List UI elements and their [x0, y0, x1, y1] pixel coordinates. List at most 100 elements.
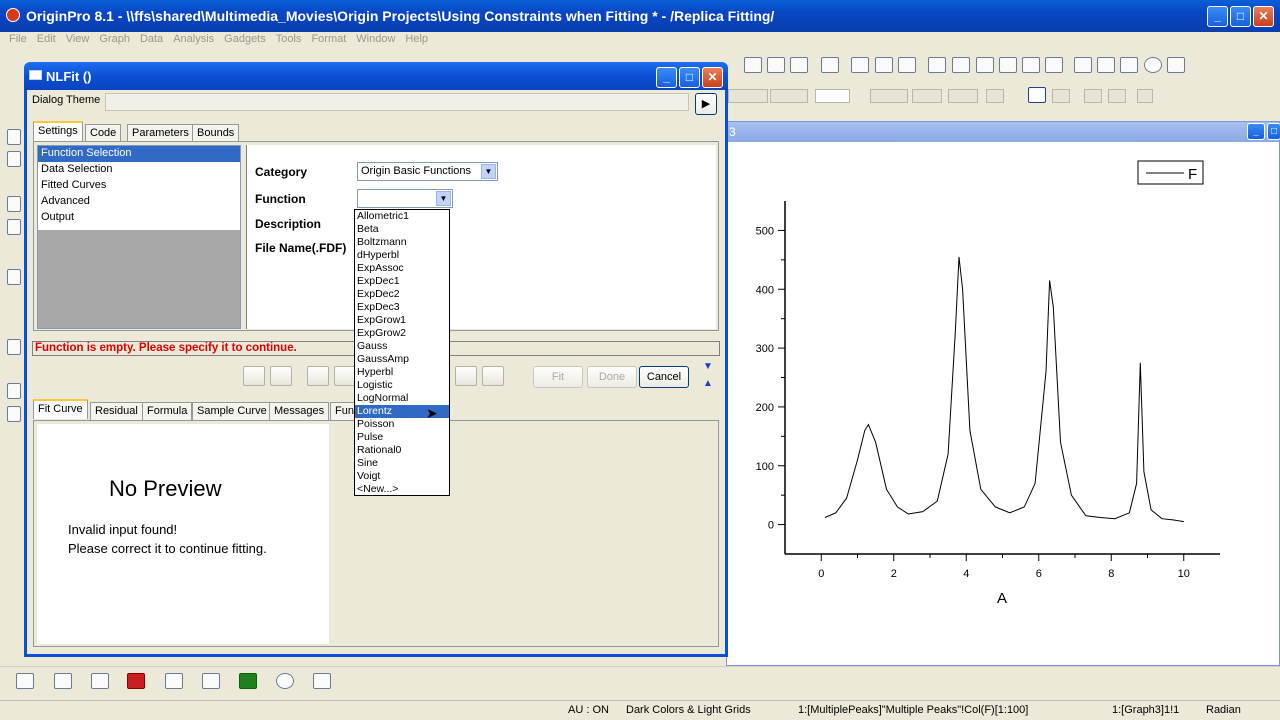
tree-item-output[interactable]: Output: [38, 210, 240, 226]
scatter-tool-icon[interactable]: [54, 673, 72, 689]
function-option[interactable]: Beta: [355, 223, 449, 236]
function-option[interactable]: ExpAssoc: [355, 262, 449, 275]
function-option[interactable]: ExpDec1: [355, 275, 449, 288]
fill-color-select[interactable]: [815, 89, 850, 103]
screen-reader-icon[interactable]: [7, 219, 21, 235]
line-tool-icon[interactable]: [7, 383, 21, 399]
layer-grid-icon[interactable]: [875, 57, 893, 73]
legend[interactable]: F: [1137, 160, 1204, 185]
function-option[interactable]: dHyperbl: [355, 249, 449, 262]
chevron-down-icon[interactable]: ▼: [436, 191, 451, 206]
function-option[interactable]: Gauss: [355, 340, 449, 353]
tab-bounds[interactable]: Bounds: [192, 124, 240, 142]
menu-edit[interactable]: Edit: [32, 32, 61, 47]
line-width-select[interactable]: [770, 89, 808, 103]
iterate-icon[interactable]: [455, 366, 477, 386]
maximize-button[interactable]: □: [1230, 6, 1251, 27]
menu-data[interactable]: Data: [135, 32, 168, 47]
function-option[interactable]: Allometric1: [355, 210, 449, 223]
zoom-page-icon[interactable]: [767, 57, 785, 73]
category-select[interactable]: Origin Basic Functions ▼: [357, 162, 498, 181]
save-icon[interactable]: [270, 366, 292, 386]
column-chart-icon[interactable]: [127, 673, 145, 689]
rescale-icon[interactable]: [821, 57, 839, 73]
function-option[interactable]: Voigt: [355, 470, 449, 483]
minimize-button[interactable]: _: [1207, 6, 1228, 27]
zoom-icon[interactable]: [744, 57, 762, 73]
function-option[interactable]: LogNormal: [355, 392, 449, 405]
function-option[interactable]: Hyperbl: [355, 366, 449, 379]
dialog-close-button[interactable]: ✕: [702, 67, 723, 88]
cancel-button[interactable]: Cancel: [639, 366, 689, 388]
graph-restore-button[interactable]: □: [1267, 123, 1280, 140]
function-option[interactable]: Pulse: [355, 431, 449, 444]
tab-messages[interactable]: Messages: [269, 402, 330, 420]
grid-select[interactable]: [948, 89, 978, 103]
box-chart-icon[interactable]: [202, 673, 220, 689]
area-chart-icon[interactable]: [239, 673, 257, 689]
chevron-down-icon[interactable]: ▼: [481, 164, 496, 179]
menu-format[interactable]: Format: [306, 32, 351, 47]
function-option[interactable]: Boltzmann: [355, 236, 449, 249]
axis-top-icon[interactable]: [976, 57, 994, 73]
pattern-select[interactable]: [870, 89, 908, 103]
tree-item-function-selection[interactable]: Function Selection: [38, 146, 240, 162]
axis-box-icon[interactable]: [952, 57, 970, 73]
text-tool-icon[interactable]: [7, 339, 21, 355]
data-reader-icon[interactable]: [7, 196, 21, 212]
function-select[interactable]: ▼: [357, 189, 453, 208]
lock-button[interactable]: [1137, 89, 1153, 103]
tree-item-fitted-curves[interactable]: Fitted Curves: [38, 178, 240, 194]
collapse-up-icon[interactable]: ▲: [699, 378, 717, 392]
iterate-all-icon[interactable]: [482, 366, 504, 386]
table-icon[interactable]: [1167, 57, 1185, 73]
rect-tool-icon[interactable]: [7, 406, 21, 422]
strike-button[interactable]: [1052, 89, 1070, 103]
function-option[interactable]: ExpGrow1: [355, 314, 449, 327]
function-option[interactable]: ExpDec2: [355, 288, 449, 301]
menu-tools[interactable]: Tools: [271, 32, 307, 47]
close-button[interactable]: ✕: [1253, 6, 1274, 27]
dialog-maximize-button[interactable]: □: [679, 67, 700, 88]
menu-file[interactable]: File: [4, 32, 32, 47]
tab-parameters[interactable]: Parameters: [127, 124, 194, 142]
layer-merge-icon[interactable]: [898, 57, 916, 73]
arrange-button[interactable]: [1084, 89, 1102, 103]
tab-residual[interactable]: Residual: [90, 402, 143, 420]
graph-plot[interactable]: F 0 2 4 6 8 100100200300400500 A: [726, 141, 1278, 661]
tab-settings[interactable]: Settings: [33, 121, 83, 141]
axis-scale-icon[interactable]: [1045, 57, 1063, 73]
menu-gadgets[interactable]: Gadgets: [219, 32, 271, 47]
pointer-tool-icon[interactable]: [7, 129, 21, 145]
multi-panel-icon[interactable]: [165, 673, 183, 689]
menu-help[interactable]: Help: [400, 32, 433, 47]
function-dropdown-list[interactable]: Allometric1 Beta Boltzmann dHyperbl ExpAssoc…: [354, 209, 450, 496]
tab-sample-curve[interactable]: Sample Curve: [192, 402, 272, 420]
line-style-select[interactable]: [728, 89, 768, 103]
fx-icon[interactable]: [243, 366, 265, 386]
zoom-tool-icon[interactable]: [7, 151, 21, 167]
origin-app-icon[interactable]: [6, 8, 20, 22]
param-up-icon[interactable]: [334, 366, 356, 386]
menu-window[interactable]: Window: [351, 32, 400, 47]
line-symbol-tool-icon[interactable]: [91, 673, 109, 689]
theme-arrow-button[interactable]: ▶: [695, 93, 717, 115]
menu-analysis[interactable]: Analysis: [168, 32, 219, 47]
template-icon[interactable]: [313, 673, 331, 689]
function-option[interactable]: Logistic: [355, 379, 449, 392]
pattern-fill-select[interactable]: [912, 89, 942, 103]
function-option[interactable]: GaussAmp: [355, 353, 449, 366]
arrange2-button[interactable]: [1108, 89, 1126, 103]
param-down-icon[interactable]: [307, 366, 329, 386]
fit-button[interactable]: Fit: [533, 366, 583, 388]
draw-data-icon[interactable]: [7, 269, 21, 285]
function-option[interactable]: Sine: [355, 457, 449, 470]
tree-item-data-selection[interactable]: Data Selection: [38, 162, 240, 178]
done-button[interactable]: Done: [587, 366, 637, 388]
axis-both-icon[interactable]: [1022, 57, 1040, 73]
list-icon[interactable]: [1074, 57, 1092, 73]
axis-right-icon[interactable]: [999, 57, 1017, 73]
graph-minimize-button[interactable]: _: [1247, 123, 1265, 140]
tree-item-advanced[interactable]: Advanced: [38, 194, 240, 210]
layer-icon[interactable]: [851, 57, 869, 73]
